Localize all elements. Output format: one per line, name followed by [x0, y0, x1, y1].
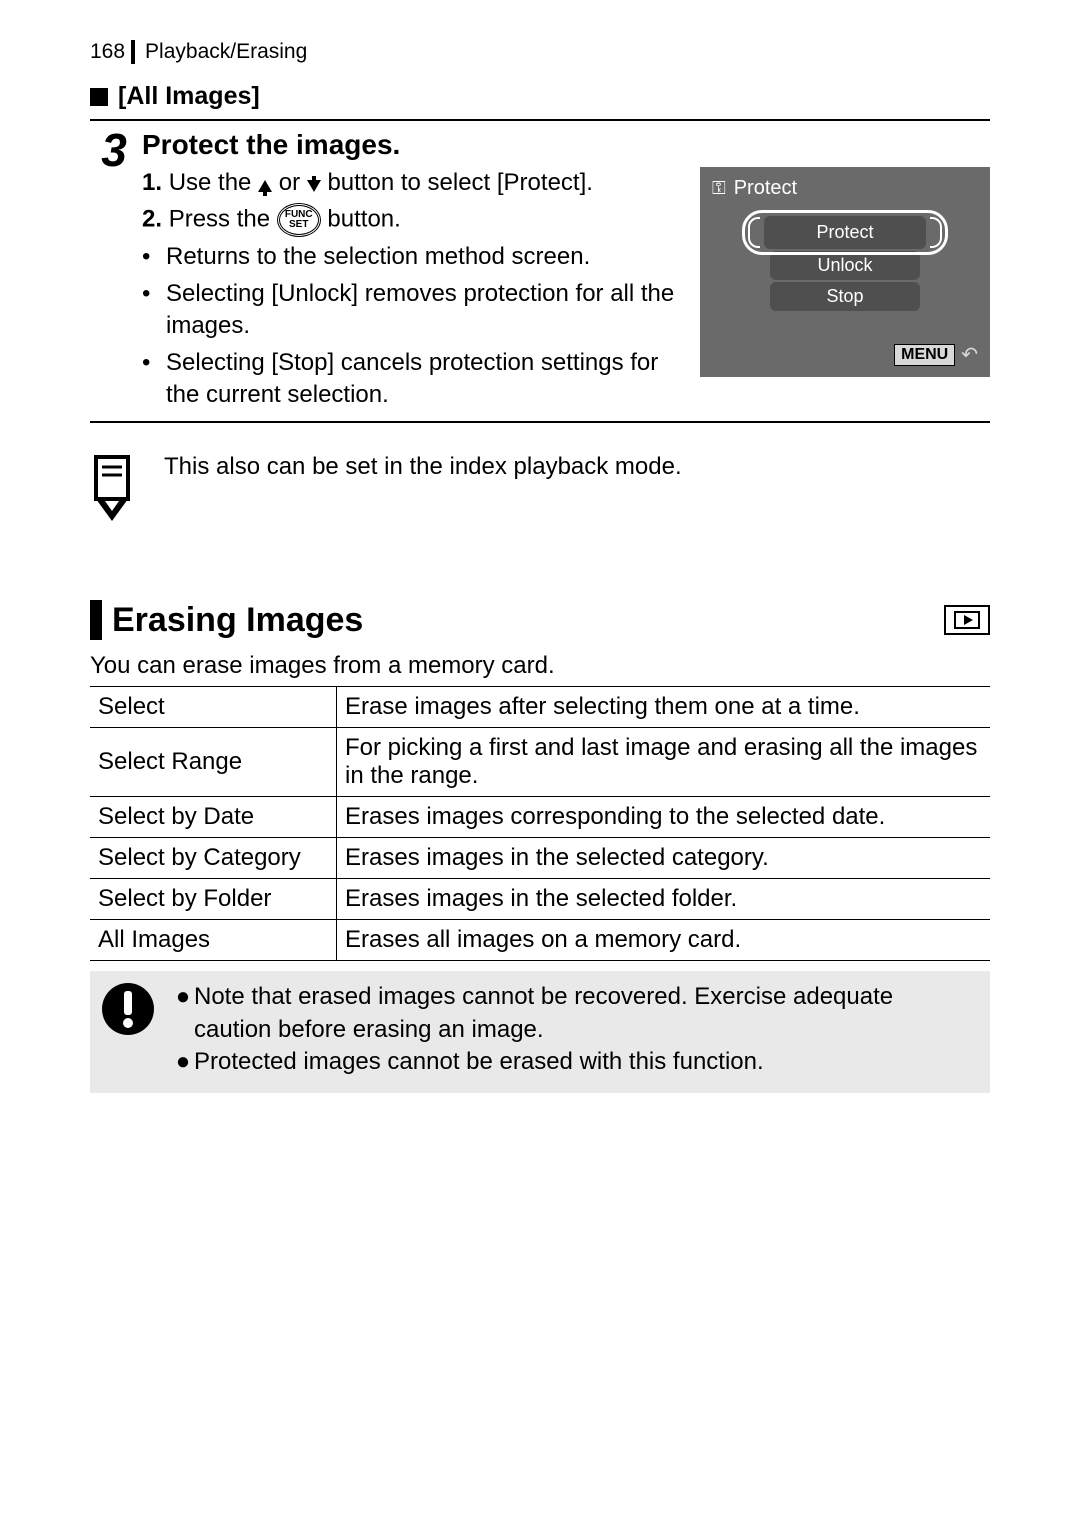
cell-label: Select by Date — [90, 797, 337, 838]
line2-b: button. — [327, 206, 400, 233]
note-icon — [90, 453, 140, 530]
caution-2: Protected images cannot be erased with t… — [194, 1046, 976, 1078]
up-arrow-icon — [258, 169, 272, 201]
page-header: 168 Playback/Erasing — [90, 40, 990, 64]
step-title: Protect the images. — [142, 129, 990, 161]
camera-menu-indicator: MENU ↶ — [894, 342, 978, 367]
line1-b: or — [279, 169, 307, 196]
line2-a: Press the — [169, 206, 277, 233]
cell-desc: Erases images in the selected folder. — [337, 879, 991, 920]
line1-c: button to select [Protect]. — [327, 169, 592, 196]
page-number: 168 — [90, 40, 135, 64]
cell-label: All Images — [90, 920, 337, 961]
cell-desc: Erases images in the selected category. — [337, 838, 991, 879]
down-arrow-icon — [307, 169, 321, 201]
camera-option-protect: Protect — [764, 216, 926, 249]
table-row: Select RangeFor picking a first and last… — [90, 728, 990, 797]
table-row: Select by DateErases images correspondin… — [90, 797, 990, 838]
bullet-2: Selecting [Unlock] removes protection fo… — [166, 278, 690, 343]
cell-label: Select — [90, 687, 337, 728]
note-text: This also can be set in the index playba… — [164, 453, 682, 481]
table-row: All ImagesErases all images on a memory … — [90, 920, 990, 961]
caution-icon — [100, 981, 156, 1037]
erasing-title: Erasing Images — [112, 601, 363, 640]
erasing-desc: You can erase images from a memory card. — [90, 652, 990, 680]
back-arrow-icon: ↶ — [961, 342, 978, 367]
key-icon: ⚿ — [712, 178, 726, 199]
camera-screen-illustration: ⚿ Protect Protect Unlock Stop MENU ↶ — [700, 167, 990, 377]
line1-a: Use the — [169, 169, 258, 196]
breadcrumb: Playback/Erasing — [145, 40, 307, 64]
playback-mode-icon — [944, 605, 990, 635]
step-3-block: 3 Protect the images. 1. Use the or butt… — [90, 119, 990, 423]
section-bar-icon — [90, 600, 102, 640]
erase-options-table: SelectErase images after selecting them … — [90, 686, 990, 961]
table-row: SelectErase images after selecting them … — [90, 687, 990, 728]
bullet-1: Returns to the selection method screen. — [166, 241, 690, 273]
manual-page: 168 Playback/Erasing [All Images] 3 Prot… — [0, 0, 1080, 1521]
caution-1: Note that erased images cannot be recove… — [194, 981, 976, 1046]
cell-label: Select Range — [90, 728, 337, 797]
camera-option-unlock: Unlock — [770, 251, 920, 280]
camera-title: Protect — [734, 177, 797, 200]
step-number: 3 — [90, 127, 138, 173]
camera-option-stop: Stop — [770, 282, 920, 311]
cell-label: Select by Category — [90, 838, 337, 879]
func-set-button-icon: FUNC SET — [277, 203, 321, 237]
cell-desc: Erases all images on a memory card. — [337, 920, 991, 961]
table-row: Select by CategoryErases images in the s… — [90, 838, 990, 879]
square-bullet-icon — [90, 88, 108, 106]
caution-block: ●Note that erased images cannot be recov… — [90, 971, 990, 1092]
cell-desc: For picking a first and last image and e… — [337, 728, 991, 797]
cell-desc: Erases images corresponding to the selec… — [337, 797, 991, 838]
erasing-heading: Erasing Images — [90, 600, 990, 640]
all-images-heading: [All Images] — [90, 82, 990, 111]
table-row: Select by FolderErases images in the sel… — [90, 879, 990, 920]
cell-desc: Erase images after selecting them one at… — [337, 687, 991, 728]
cell-label: Select by Folder — [90, 879, 337, 920]
camera-menu-label: MENU — [894, 344, 955, 366]
step-instructions: 1. Use the or button to select [Protect]… — [142, 167, 700, 411]
all-images-label: [All Images] — [118, 82, 260, 111]
note-block: This also can be set in the index playba… — [90, 453, 990, 530]
bullet-3: Selecting [Stop] cancels protection sett… — [166, 347, 690, 412]
